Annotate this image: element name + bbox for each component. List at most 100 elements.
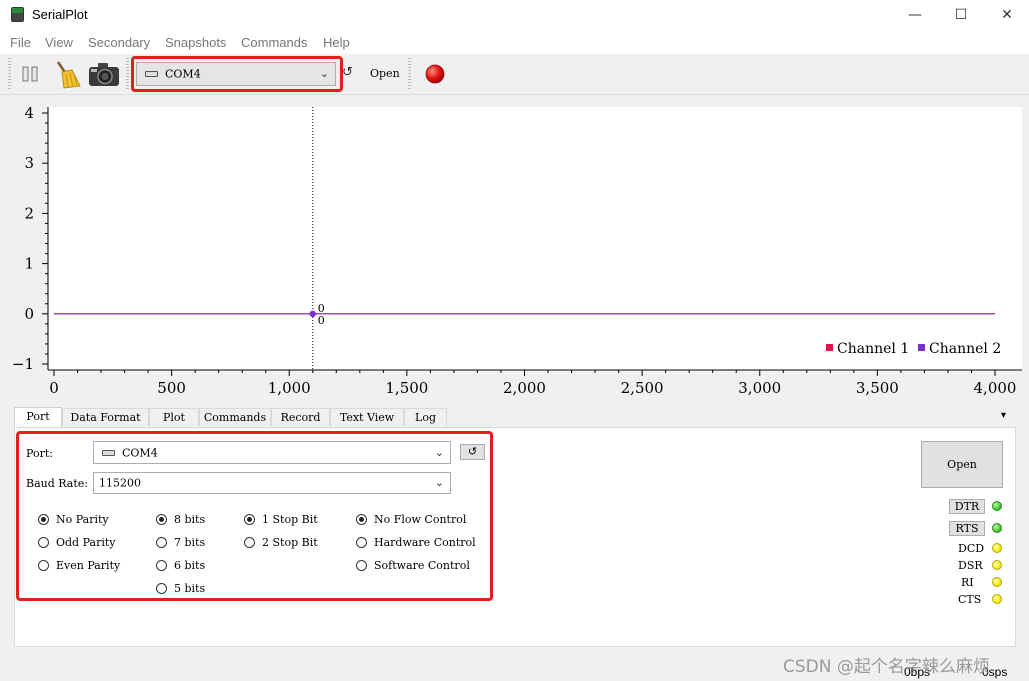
tab-log[interactable]: Log (404, 408, 447, 426)
x-tick-label: 500 (157, 379, 186, 397)
radio-hardware-control[interactable] (356, 537, 367, 548)
plot-area: 4 3 2 1 0 −1 0 500 1,000 1,500 2,000 2,500 3,000 3,50… (0, 95, 1029, 407)
y-tick-label: 4 (24, 104, 34, 122)
dtr-led-icon (992, 501, 1002, 511)
pause-icon (22, 66, 38, 82)
radio-7-bits[interactable] (156, 537, 167, 548)
7-bits-label: 7 bits (174, 536, 206, 549)
port-label: Port: (26, 447, 53, 460)
watermark: CSDN @起个名字辣么麻烦 (783, 657, 990, 677)
port-panel: Port: COM4 ⌄ ↺ Baud Rate: 115200 ⌄ No Pa… (14, 427, 1016, 647)
y-tick-label: 1 (24, 255, 34, 273)
snapshot-button[interactable] (88, 60, 120, 88)
radio-even-parity[interactable] (38, 560, 49, 571)
x-tick-label: 1,000 (268, 379, 311, 397)
camera-icon (89, 63, 119, 86)
software-control-label: Software Control (374, 559, 470, 572)
menu-help[interactable]: Help (323, 35, 350, 50)
ri-label: RI (961, 576, 974, 589)
toolbar-port-value: COM4 (165, 67, 201, 81)
dtr-button[interactable]: DTR (949, 499, 985, 514)
minimize-icon: — (908, 7, 922, 23)
tabs-overflow-icon[interactable]: ▾ (1001, 410, 1006, 421)
window-title: SerialPlot (32, 7, 88, 22)
odd-parity-label: Odd Parity (56, 536, 116, 549)
no-flow-control-label: No Flow Control (374, 513, 467, 526)
menu-secondary[interactable]: Secondary (88, 35, 150, 50)
ri-led-icon (992, 577, 1002, 587)
tab-text-view[interactable]: Text View (330, 408, 404, 426)
clear-button[interactable] (52, 60, 82, 89)
y-tick-label: −1 (12, 355, 34, 373)
radio-6-bits[interactable] (156, 560, 167, 571)
rts-led-icon (992, 523, 1002, 533)
toolbar-port-select[interactable]: COM4 ⌄ (136, 62, 336, 86)
x-tick-label: 3,000 (738, 379, 781, 397)
radio-8-bits[interactable] (156, 514, 167, 525)
y-tick-label: 3 (24, 154, 34, 172)
dsr-label: DSR (958, 559, 983, 572)
title-bar: SerialPlot — ☐ ✕ (0, 0, 1029, 32)
hardware-control-label: Hardware Control (374, 536, 476, 549)
radio-software-control[interactable] (356, 560, 367, 571)
toolbar-grip (408, 58, 411, 90)
toolbar-open-button[interactable]: Open (370, 67, 400, 80)
tab-port[interactable]: Port (14, 407, 62, 427)
x-tick-label: 0 (49, 379, 59, 397)
refresh-icon[interactable]: ↺ (342, 65, 353, 80)
dcd-label: DCD (958, 542, 985, 555)
toolbar-grip (8, 58, 11, 90)
tab-plot[interactable]: Plot (149, 408, 199, 426)
5-bits-label: 5 bits (174, 582, 206, 595)
8-bits-label: 8 bits (174, 513, 206, 526)
1-stop-bit-label: 1 Stop Bit (262, 513, 318, 526)
x-tick-label: 4,000 (974, 379, 1017, 397)
cts-label: CTS (958, 593, 982, 606)
record-button[interactable] (424, 60, 446, 88)
maximize-icon: ☐ (954, 7, 968, 23)
port-select[interactable]: COM4 ⌄ (93, 441, 451, 464)
toolbar: COM4 ⌄ ↺ Open (0, 54, 1029, 95)
tab-data-format[interactable]: Data Format (62, 408, 149, 426)
tab-record[interactable]: Record (271, 408, 330, 426)
menu-bar: File View Secondary Snapshots Commands H… (0, 32, 1029, 54)
menu-view[interactable]: View (45, 35, 73, 50)
menu-file[interactable]: File (10, 35, 31, 50)
dsr-led-icon (992, 560, 1002, 570)
open-port-button[interactable]: Open (921, 441, 1003, 488)
cursor-point (309, 310, 316, 317)
radio-5-bits[interactable] (156, 583, 167, 594)
radio-2-stop-bit[interactable] (244, 537, 255, 548)
baud-rate-value: 115200 (99, 476, 141, 490)
baud-rate-select[interactable]: 115200 ⌄ (93, 472, 451, 494)
radio-odd-parity[interactable] (38, 537, 49, 548)
plot-canvas (48, 107, 1022, 370)
rts-button[interactable]: RTS (949, 521, 985, 536)
chevron-down-icon: ⌄ (319, 66, 329, 80)
legend-label: Channel 1 (837, 341, 909, 357)
x-tick-label: 2,500 (621, 379, 664, 397)
minimize-button[interactable]: — (892, 0, 938, 32)
no-parity-label: No Parity (56, 513, 109, 526)
x-tick-label: 1,500 (385, 379, 428, 397)
menu-commands[interactable]: Commands (241, 35, 307, 50)
pause-button[interactable] (20, 60, 42, 88)
y-tick-label: 2 (24, 204, 34, 222)
legend-label: Channel 2 (929, 341, 1001, 357)
close-icon: ✕ (1001, 7, 1013, 23)
radio-no-parity[interactable] (38, 514, 49, 525)
broom-icon (56, 61, 81, 89)
menu-snapshots[interactable]: Snapshots (165, 35, 226, 50)
tab-commands[interactable]: Commands (199, 408, 271, 426)
dcd-led-icon (992, 543, 1002, 553)
x-tick-label: 2,000 (503, 379, 546, 397)
port-refresh-button[interactable]: ↺ (460, 444, 485, 460)
radio-1-stop-bit[interactable] (244, 514, 255, 525)
maximize-button[interactable]: ☐ (938, 0, 984, 32)
plot-chart[interactable]: 4 3 2 1 0 −1 0 500 1,000 1,500 2,000 2,500 3,000 3,50… (0, 95, 1029, 407)
x-tick-label: 3,500 (856, 379, 899, 397)
radio-no-flow-control[interactable] (356, 514, 367, 525)
close-button[interactable]: ✕ (984, 0, 1029, 32)
chevron-down-icon: ⌄ (434, 445, 444, 459)
port-select-value: COM4 (122, 446, 158, 459)
